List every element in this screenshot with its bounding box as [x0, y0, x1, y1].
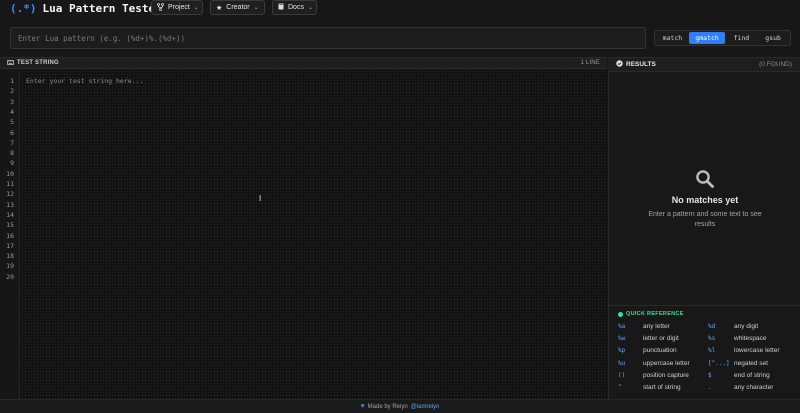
reference-code: $ — [708, 371, 712, 379]
results-count: (0 FOUND) — [759, 61, 792, 68]
reference-description: position capture — [643, 371, 689, 379]
app-title: Lua Pattern Tester — [42, 1, 162, 15]
chevron-down-icon: ⌄ — [307, 5, 313, 11]
reference-description: punctuation — [643, 347, 677, 355]
line-number: 3 — [10, 97, 14, 106]
mode-match-button[interactable]: match — [656, 32, 689, 44]
check-circle-icon — [616, 60, 623, 69]
app-logo: (.*) Lua Pattern Tester — [10, 1, 162, 15]
test-string-title: TEST STRING — [7, 59, 59, 67]
line-number: 19 — [6, 262, 14, 271]
reference-code: %p — [618, 347, 626, 355]
reference-code: [^...] — [708, 359, 730, 367]
text-cursor-icon: I — [259, 194, 262, 203]
made-by-text: Made by Reiyn — [367, 403, 408, 410]
reference-code: . — [708, 384, 712, 391]
line-number-gutter: 1 2 3 4 5 6 7 8 9 10 11 12 13 14 15 16 17 18 19 20 — [0, 70, 20, 399]
reference-description: whitespace — [734, 335, 767, 343]
reference-code: %a — [618, 323, 626, 330]
reference-description: letter or digit — [643, 335, 679, 343]
reference-code: %u — [618, 359, 626, 367]
docs-menu-button[interactable]: Docs ⌄ — [272, 0, 317, 15]
test-string-editor: 1234567891011121314151617181920 I — [0, 70, 607, 399]
test-string-header: TEST STRING 1 LINE — [0, 57, 607, 69]
line-number: 12 — [6, 190, 14, 199]
reference-description: lowercase letter — [734, 347, 780, 355]
reference-code: %s — [708, 335, 716, 343]
line-number: 2 — [10, 87, 14, 96]
logo-glyph: (.*) — [10, 1, 37, 15]
line-number: 7 — [10, 138, 14, 147]
reference-code: %d — [708, 323, 716, 330]
info-dot-icon — [618, 311, 623, 317]
author-handle-link[interactable]: @iamreiyn — [411, 404, 440, 410]
mode-selector: match gmatch find gsub — [654, 30, 791, 46]
line-number: 6 — [10, 128, 14, 137]
reference-description: negated set — [734, 359, 768, 367]
line-number: 13 — [6, 200, 14, 209]
reference-code: %l — [708, 347, 716, 355]
empty-state-title: No matches yet — [671, 195, 739, 205]
line-number: 9 — [10, 159, 14, 168]
results-label: RESULTS — [626, 61, 656, 68]
creator-menu-button[interactable]: ★ Creator ⌄ — [210, 0, 265, 15]
project-menu-label: Project — [168, 4, 190, 11]
line-number: 18 — [6, 252, 14, 261]
reference-description: any digit — [734, 323, 759, 330]
pattern-input[interactable] — [11, 28, 645, 48]
results-title: RESULTS — [616, 60, 656, 69]
results-panel: No matches yet Enter a pattern and some … — [608, 73, 800, 305]
reference-description: start of string — [643, 384, 681, 391]
line-number: 4 — [10, 107, 14, 116]
book-icon — [278, 3, 284, 12]
reference-description: uppercase letter — [643, 359, 690, 367]
quick-reference-title: QUICK REFERENCE — [618, 311, 684, 317]
line-number: 20 — [6, 272, 14, 281]
line-number: 5 — [10, 118, 14, 127]
git-fork-icon — [157, 2, 164, 13]
line-number: 14 — [6, 210, 14, 219]
mode-gmatch-button[interactable]: gmatch — [688, 32, 726, 44]
line-count: 1 LINE — [580, 60, 600, 66]
test-string-input[interactable] — [21, 70, 607, 399]
reference-code: ^ — [618, 384, 622, 391]
footer: ♥ Made by Reiyn @iamreiyn — [0, 399, 800, 413]
line-number: 15 — [6, 221, 14, 230]
line-number: 8 — [10, 149, 14, 158]
line-number: 10 — [6, 169, 14, 178]
quick-reference-panel: QUICK REFERENCE %a any letter %d any digit%… — [608, 305, 800, 399]
reference-code: () — [618, 371, 626, 379]
line-number: 11 — [6, 180, 14, 188]
line-number: 1 — [10, 77, 14, 85]
project-menu-button[interactable]: Project ⌄ — [151, 0, 203, 15]
star-icon: ★ — [216, 4, 223, 12]
line-number: 17 — [6, 241, 14, 250]
app-header: (.*) Lua Pattern Tester Project ⌄ ★ Crea… — [0, 0, 800, 16]
pattern-input-wrapper — [10, 27, 646, 49]
chevron-down-icon: ⌄ — [193, 5, 199, 11]
docs-menu-label: Docs — [288, 4, 304, 11]
mode-find-button[interactable]: find — [725, 32, 757, 44]
search-icon — [695, 169, 715, 189]
quick-reference-label: QUICK REFERENCE — [626, 311, 684, 317]
keyboard-icon — [7, 59, 14, 67]
test-string-label: TEST STRING — [17, 60, 59, 66]
empty-state-subtitle: Enter a pattern and some text to see res… — [648, 211, 762, 228]
heart-icon: ♥ — [360, 403, 365, 410]
results-header: RESULTS (0 FOUND) — [608, 57, 800, 72]
reference-description: any character — [734, 384, 774, 391]
reference-description: end of string — [734, 371, 770, 379]
chevron-down-icon: ⌄ — [253, 5, 259, 11]
mode-gsub-button[interactable]: gsub — [757, 32, 789, 44]
reference-code: %w — [618, 335, 626, 343]
reference-description: any letter — [643, 323, 670, 330]
line-number: 16 — [6, 231, 14, 240]
creator-menu-label: Creator — [226, 4, 250, 11]
